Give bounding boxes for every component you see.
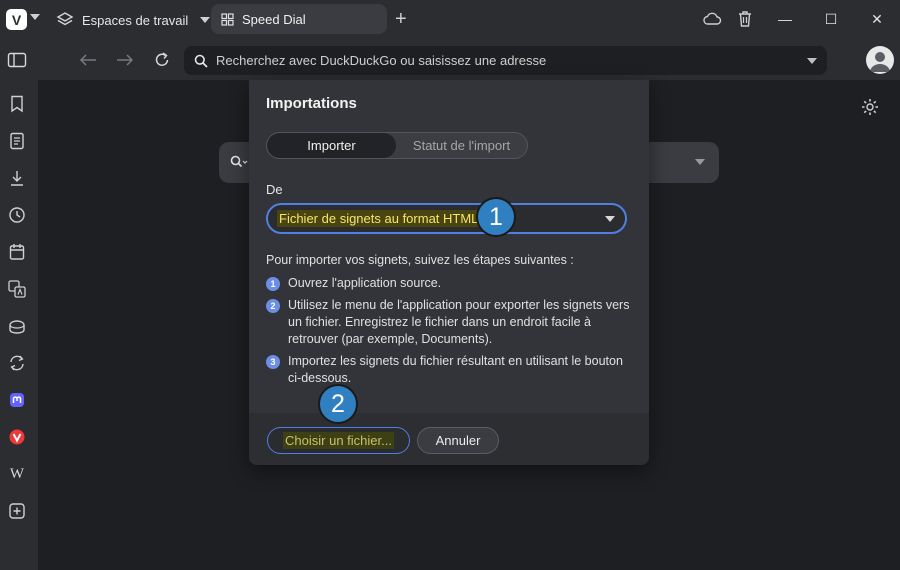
new-tab-button[interactable]: + — [395, 7, 407, 31]
vivaldi-menu-button[interactable]: V — [6, 9, 27, 30]
workspaces-button[interactable]: Espaces de travail — [56, 8, 211, 32]
instruction-step: 3 Importez les signets du fichier résult… — [266, 353, 631, 387]
choose-file-button[interactable]: Choisir un fichier... — [267, 427, 410, 454]
step-text: Ouvrez l'application source. — [288, 276, 442, 290]
step-text: Utilisez le menu de l'application pour e… — [288, 298, 630, 346]
step-number-badge: 1 — [266, 277, 280, 291]
close-button[interactable]: ✕ — [866, 8, 888, 30]
add-panel-icon[interactable] — [6, 500, 28, 522]
user-icon — [870, 52, 890, 72]
tab-import[interactable]: Importer — [267, 133, 396, 158]
sync-cloud-button[interactable] — [701, 8, 723, 30]
tab-import-status[interactable]: Statut de l'import — [396, 133, 527, 158]
vivaldi-icon[interactable] — [6, 426, 28, 448]
tab-bar: V Espaces de travail Speed Dial + — ☐ ✕ — [0, 0, 900, 40]
instruction-step: 2 Utilisez le menu de l'application pour… — [266, 297, 631, 348]
history-icon[interactable] — [6, 204, 28, 226]
source-select[interactable]: Fichier de signets au format HTML — [266, 203, 627, 234]
import-dialog: Importations Importer Statut de l'import… — [249, 80, 649, 465]
maximize-button[interactable]: ☐ — [820, 8, 842, 30]
profile-avatar[interactable] — [866, 46, 894, 74]
address-bar: Recherchez avec DuckDuckGo ou saisissez … — [0, 40, 900, 80]
search-engine-icon — [230, 155, 248, 168]
chevron-down-icon[interactable] — [695, 159, 705, 165]
tab-title: Speed Dial — [242, 11, 306, 27]
side-panel: W — [0, 80, 38, 570]
search-icon — [194, 54, 208, 68]
browser-window: V Espaces de travail Speed Dial + — ☐ ✕ — [0, 0, 900, 570]
speed-dial-icon — [221, 12, 234, 26]
reload-icon — [155, 52, 169, 66]
bookmarks-icon[interactable] — [6, 93, 28, 115]
source-label: De — [266, 182, 283, 197]
calendar-icon[interactable] — [6, 241, 28, 263]
callout-badge-1: 1 — [476, 197, 516, 237]
trash-button[interactable] — [734, 8, 756, 30]
back-button[interactable] — [77, 49, 99, 71]
settings-button[interactable] — [860, 97, 880, 117]
sidebar-toggle-icon — [7, 52, 27, 68]
cloud-icon — [703, 12, 722, 25]
minimize-button[interactable]: — — [774, 8, 796, 30]
trash-icon — [739, 11, 751, 27]
wikipedia-icon[interactable]: W — [6, 463, 28, 485]
dialog-title: Importations — [266, 95, 357, 112]
tab-speed-dial[interactable]: Speed Dial — [211, 4, 387, 34]
callout-badge-2: 2 — [318, 384, 358, 424]
import-tabs: Importer Statut de l'import — [266, 132, 528, 159]
workspaces-label: Espaces de travail — [82, 12, 189, 28]
gear-icon — [862, 99, 878, 115]
reload-button[interactable] — [151, 49, 173, 71]
step-number-badge: 3 — [266, 355, 280, 369]
translate-icon[interactable] — [6, 278, 28, 300]
chevron-down-icon — [200, 17, 211, 23]
step-number-badge: 2 — [266, 299, 280, 313]
sync-icon[interactable] — [6, 352, 28, 374]
step-text: Importez les signets du fichier résultan… — [288, 354, 623, 385]
vivaldi-logo-icon: V — [11, 11, 22, 28]
instructions-intro: Pour importer vos signets, suivez les ét… — [266, 253, 574, 267]
window-panel-icon[interactable] — [6, 315, 28, 337]
dialog-footer: Choisir un fichier... Annuler — [249, 413, 649, 465]
source-select-value: Fichier de signets au format HTML — [277, 210, 481, 227]
reading-list-icon[interactable] — [6, 130, 28, 152]
instructions-steps: 1 Ouvrez l'application source. 2 Utilise… — [266, 275, 631, 392]
chevron-down-icon[interactable] — [30, 14, 40, 20]
choose-file-label: Choisir un fichier... — [283, 432, 394, 449]
forward-button[interactable] — [114, 49, 136, 71]
instruction-step: 1 Ouvrez l'application source. — [266, 275, 631, 292]
arrow-right-icon — [117, 54, 134, 66]
layers-icon — [56, 12, 74, 26]
mastodon-icon[interactable] — [6, 389, 28, 411]
address-placeholder: Recherchez avec DuckDuckGo ou saisissez … — [216, 53, 547, 68]
cancel-button[interactable]: Annuler — [417, 427, 499, 454]
address-field[interactable]: Recherchez avec DuckDuckGo ou saisissez … — [184, 46, 827, 75]
downloads-icon[interactable] — [6, 167, 28, 189]
chevron-down-icon — [605, 216, 615, 222]
panel-toggle-button[interactable] — [6, 49, 28, 71]
arrow-left-icon — [79, 54, 96, 66]
chevron-down-icon[interactable] — [807, 58, 817, 64]
